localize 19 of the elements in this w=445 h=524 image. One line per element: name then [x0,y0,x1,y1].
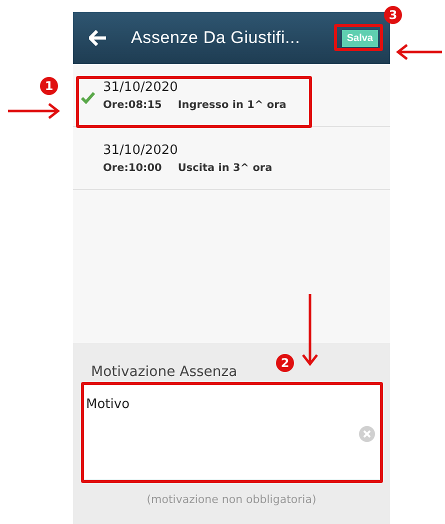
absence-time: Ore:10:00 [103,162,162,174]
absence-row[interactable]: 31/10/2020 Ore:10:00 Uscita in 3^ ora [73,127,390,190]
absence-time: Ore:08:15 [103,98,162,110]
reason-field[interactable]: Motivo [82,383,381,479]
absence-description: Ingresso in 1^ ora [178,98,286,110]
callout-arrow [302,294,318,366]
back-arrow-icon[interactable] [89,30,107,46]
hint-text: (motivazione non obbligatoria) [146,493,318,506]
screen-title: Assenze Da Giustifi... [131,28,302,48]
callout-number: 1 [40,77,58,95]
callout-number: 3 [384,6,402,24]
field-label: Motivazione Assenza [90,364,238,380]
callout-arrow [8,103,60,119]
highlight-frame [334,24,383,51]
absence-date: 31/10/2020 [103,80,179,94]
callout-arrow [396,44,442,60]
absence-date: 31/10/2020 [103,142,179,158]
absence-row[interactable]: 31/10/2020 Ore:08:15 Ingresso in 1^ ora [73,64,390,127]
absence-description: Uscita in 3^ ora [178,162,272,174]
